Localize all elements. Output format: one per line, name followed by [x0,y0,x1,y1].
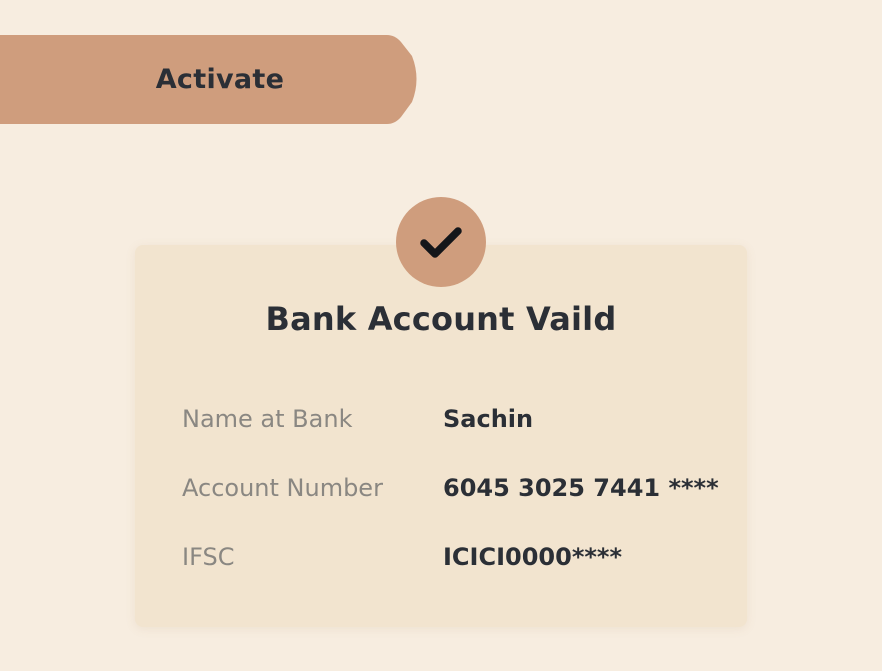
success-badge [396,197,486,287]
bank-account-card: Bank Account Vaild Name at Bank Sachin A… [135,245,747,627]
detail-row-account-number: Account Number 6045 3025 7441 **** [182,474,722,506]
detail-row-ifsc: IFSC ICICI0000**** [182,543,722,575]
detail-row-name: Name at Bank Sachin [182,405,722,437]
activate-tab-label: Activate [155,64,285,95]
activate-tab[interactable]: Activate [0,35,418,124]
card-title: Bank Account Vaild [265,300,617,338]
name-at-bank-label: Name at Bank [182,405,353,433]
account-number-value: 6045 3025 7441 **** [443,474,719,502]
ifsc-label: IFSC [182,543,235,571]
ifsc-value: ICICI0000**** [443,543,623,571]
account-number-label: Account Number [182,474,383,502]
checkmark-icon [420,227,462,258]
name-at-bank-value: Sachin [443,405,534,433]
